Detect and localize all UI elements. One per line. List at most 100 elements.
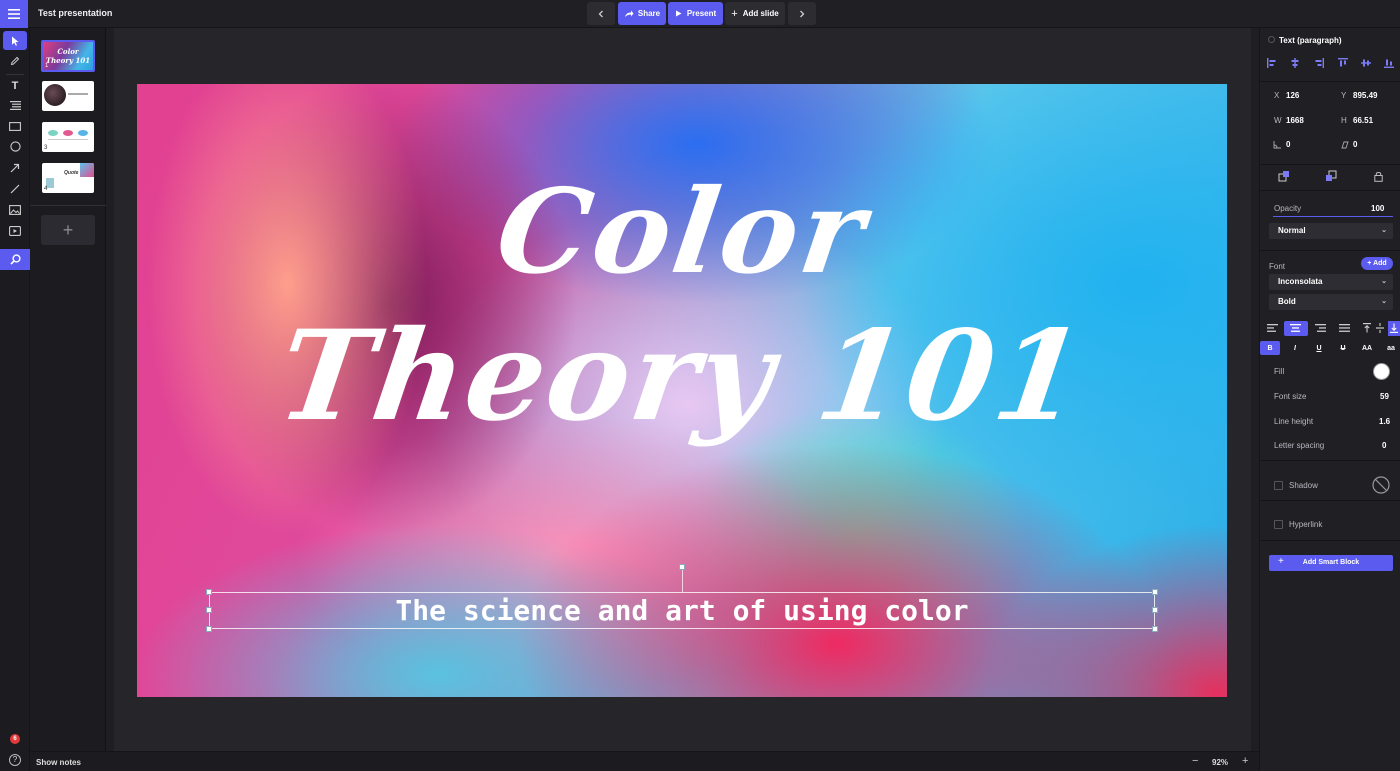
h-label: H [1341, 116, 1347, 125]
align-middle-icon[interactable] [1361, 58, 1371, 68]
add-smart-block-button[interactable]: + Add Smart Block [1269, 555, 1393, 571]
text-align-row [1260, 321, 1400, 336]
slide-thumbnail-1[interactable]: Color Theory 101 1 [41, 40, 95, 72]
letter-spacing-label: Letter spacing [1274, 441, 1325, 450]
add-slide-button[interactable]: + Add slide [725, 2, 785, 25]
align-top-icon[interactable] [1338, 58, 1348, 68]
opacity-input[interactable]: 100 [1371, 204, 1384, 213]
show-notes-button[interactable]: Show notes [36, 758, 81, 767]
font-family-select[interactable]: Inconsolata ⌄ [1269, 274, 1393, 290]
shadow-checkbox[interactable] [1274, 481, 1283, 490]
search-tool[interactable] [0, 249, 30, 270]
font-weight-select[interactable]: Bold ⌄ [1269, 294, 1393, 310]
present-button[interactable]: Present [668, 2, 723, 25]
w-input[interactable]: 1668 [1286, 116, 1304, 125]
arrow-tool[interactable] [3, 158, 27, 177]
text-align-right-icon[interactable] [1315, 324, 1326, 332]
resize-handle-bottom-left[interactable] [206, 626, 212, 632]
font-size-input[interactable]: 59 [1380, 392, 1389, 401]
blend-mode-select[interactable]: Normal ⌄ [1269, 223, 1393, 239]
text-align-left-icon[interactable] [1267, 324, 1278, 332]
rectangle-tool[interactable] [3, 117, 27, 136]
plus-icon: + [62, 219, 74, 240]
text-tool[interactable]: T [3, 76, 27, 95]
ellipse-tool[interactable] [3, 137, 27, 156]
rotate-handle[interactable] [679, 564, 685, 570]
zoom-out-button[interactable]: − [1192, 755, 1198, 767]
underline-button[interactable]: U [1309, 341, 1329, 355]
line-tool[interactable] [3, 179, 27, 198]
hyperlink-checkbox[interactable] [1274, 520, 1283, 529]
letter-spacing-input[interactable]: 0 [1382, 441, 1386, 450]
bring-forward-icon[interactable] [1278, 170, 1290, 182]
font-label: Font [1269, 262, 1286, 271]
zoom-in-button[interactable]: + [1242, 755, 1248, 767]
image-tool[interactable] [3, 200, 27, 219]
text-icon: T [11, 79, 19, 92]
hamburger-menu-icon[interactable] [0, 0, 28, 28]
align-row [1260, 56, 1400, 70]
select-tool[interactable] [3, 31, 27, 50]
list-tool[interactable] [3, 96, 27, 115]
lowercase-button[interactable]: aa [1381, 341, 1400, 355]
resize-handle-bottom-right[interactable] [1152, 626, 1158, 632]
slide-title-line-1[interactable]: Color [137, 164, 1227, 300]
chevron-left-icon [598, 10, 603, 17]
strikethrough-button[interactable]: U [1333, 341, 1353, 355]
slide-title-line-2[interactable]: Theory 101 [137, 304, 1227, 449]
slide-canvas[interactable]: Color Theory 101 The science and art of … [137, 84, 1227, 697]
zoom-level[interactable]: 92% [1212, 758, 1228, 767]
selection-box[interactable] [209, 592, 1155, 629]
help-icon[interactable]: ? [9, 754, 21, 766]
valign-top-icon[interactable] [1363, 323, 1371, 333]
share-button[interactable]: Share [618, 2, 666, 25]
add-font-button[interactable]: + Add [1361, 257, 1393, 270]
rotation-input[interactable]: 0 [1286, 140, 1290, 149]
align-right-icon[interactable] [1314, 58, 1324, 68]
next-slide-button[interactable] [788, 2, 816, 25]
fill-label: Fill [1274, 367, 1285, 376]
pen-tool[interactable] [3, 51, 27, 70]
slide-thumbnail-3[interactable]: 3 [42, 122, 94, 152]
slide-thumbnail-4[interactable]: Quote 4 [42, 163, 94, 193]
uppercase-button[interactable]: AA [1357, 341, 1377, 355]
italic-button[interactable]: I [1285, 341, 1305, 355]
present-label: Present [686, 9, 717, 18]
slide-thumbnails-panel: Color Theory 101 1 2 3 Quote 4 + [30, 28, 106, 751]
align-bottom-icon[interactable] [1384, 58, 1394, 68]
lock-icon[interactable] [1374, 171, 1383, 182]
notifications-badge[interactable]: 6 [10, 734, 20, 744]
align-left-icon[interactable] [1267, 58, 1277, 68]
valign-bottom-button[interactable] [1388, 321, 1400, 336]
previous-slide-button[interactable] [587, 2, 615, 25]
font-size-label: Font size [1274, 392, 1307, 401]
resize-handle-top-right[interactable] [1152, 589, 1158, 595]
element-type-dot-icon [1268, 36, 1275, 43]
video-tool[interactable] [3, 221, 27, 240]
align-center-icon[interactable] [1290, 58, 1300, 68]
text-align-center-button[interactable] [1284, 321, 1308, 336]
slide-thumbnail-2[interactable]: 2 [42, 81, 94, 111]
send-backward-icon[interactable] [1325, 170, 1337, 182]
resize-handle-top-left[interactable] [206, 589, 212, 595]
no-shadow-icon[interactable] [1372, 476, 1390, 494]
h-input[interactable]: 66.51 [1353, 116, 1373, 125]
bold-button[interactable]: B [1260, 341, 1280, 355]
skew-icon [1341, 141, 1349, 149]
line-height-input[interactable]: 1.6 [1379, 417, 1390, 426]
text-justify-icon[interactable] [1339, 324, 1350, 332]
document-title[interactable]: Test presentation [38, 8, 112, 18]
x-input[interactable]: 126 [1286, 91, 1299, 100]
pen-icon [10, 56, 20, 65]
y-input[interactable]: 895.49 [1353, 91, 1377, 100]
fill-color-swatch[interactable] [1373, 363, 1390, 380]
resize-handle-right[interactable] [1152, 607, 1158, 613]
resize-handle-left[interactable] [206, 607, 212, 613]
chevron-down-icon: ⌄ [1381, 227, 1387, 234]
list-icon [9, 101, 21, 110]
valign-middle-icon[interactable] [1376, 323, 1384, 333]
opacity-slider[interactable] [1273, 216, 1393, 217]
skew-input[interactable]: 0 [1353, 140, 1357, 149]
thumbnail-number: 3 [44, 145, 48, 151]
add-slide-thumbnail-button[interactable]: + [41, 215, 95, 245]
